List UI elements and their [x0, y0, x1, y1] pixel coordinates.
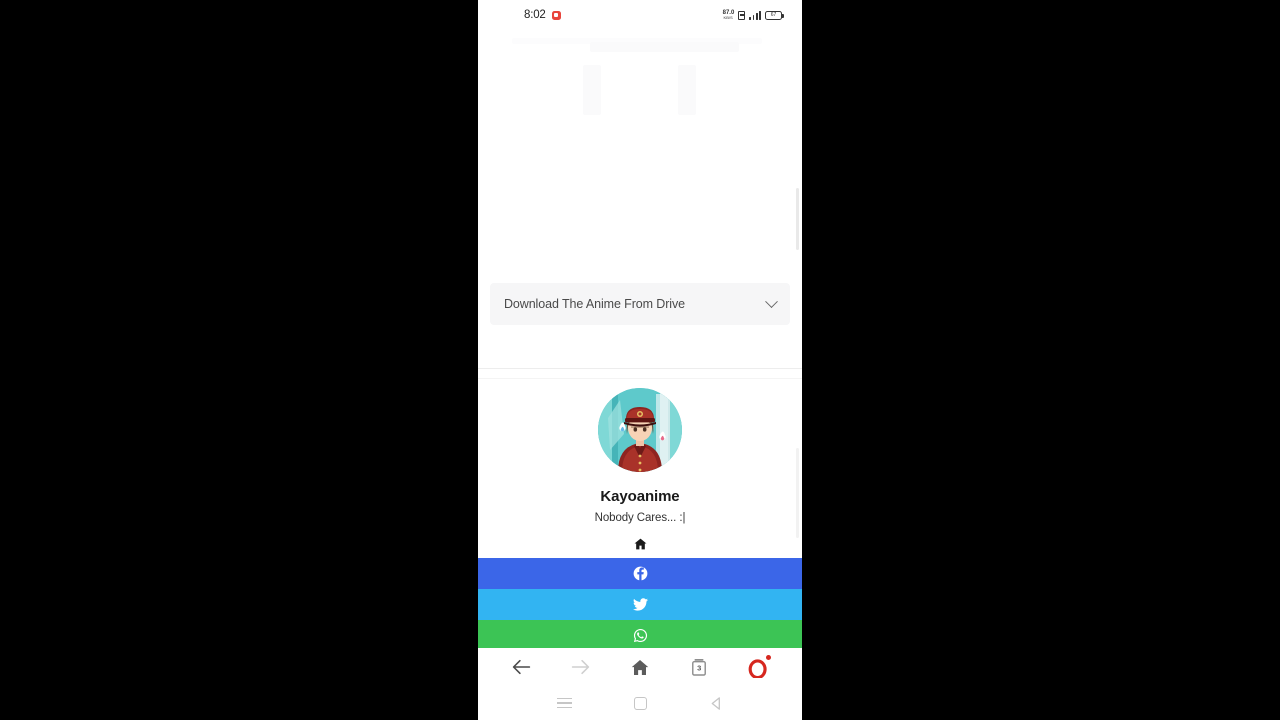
triangle-left-icon	[711, 696, 720, 710]
menu-icon	[556, 697, 572, 709]
social-link-facebook[interactable]	[478, 558, 802, 589]
profile-tagline: Nobody Cares... :|	[594, 512, 686, 524]
screenshot-stage: 8:02 87.0 KB/S 67 Download The Anime Fro…	[0, 0, 1280, 720]
arrow-right-icon	[572, 659, 590, 675]
square-icon	[633, 696, 647, 710]
browser-forward-button[interactable]	[562, 652, 600, 682]
facebook-icon	[633, 566, 647, 581]
battery-icon: 67	[765, 10, 784, 20]
phone-screen: 8:02 87.0 KB/S 67 Download The Anime Fro…	[478, 0, 802, 720]
loading-placeholder-area	[478, 30, 802, 245]
avatar	[598, 388, 682, 472]
browser-bottom-toolbar: 3	[478, 648, 802, 686]
whatsapp-icon	[633, 628, 647, 643]
home-link[interactable]	[634, 536, 647, 552]
browser-home-button[interactable]	[621, 652, 659, 682]
network-speed-indicator: 87.0 KB/S	[723, 10, 735, 21]
status-bar-right: 87.0 KB/S 67	[723, 0, 784, 30]
browser-tabs-button[interactable]: 3	[680, 652, 718, 682]
browser-webview[interactable]: Download The Anime From Drive Kayoanime …	[478, 30, 802, 648]
twitter-icon	[632, 598, 648, 611]
browser-back-button[interactable]	[503, 652, 541, 682]
network-speed-unit: KB/S	[723, 15, 734, 20]
android-home-button[interactable]	[623, 690, 657, 716]
android-recents-button[interactable]	[547, 690, 581, 716]
opera-menu-button[interactable]	[739, 652, 777, 682]
avatar-artwork	[598, 388, 682, 472]
placeholder-block	[643, 42, 739, 52]
download-dropdown-label: Download The Anime From Drive	[504, 297, 685, 311]
download-dropdown[interactable]: Download The Anime From Drive	[490, 283, 790, 325]
profile-name: Kayoanime	[600, 488, 680, 505]
placeholder-block	[678, 65, 696, 115]
battery-level: 67	[770, 11, 777, 18]
section-divider	[478, 368, 802, 369]
android-back-button[interactable]	[699, 690, 733, 716]
social-links-list	[478, 558, 802, 648]
sim-card-icon	[738, 10, 746, 20]
home-icon	[634, 538, 646, 550]
chevron-down-icon	[765, 294, 778, 308]
screen-record-icon	[551, 10, 561, 20]
signal-strength-icon	[749, 10, 761, 20]
notification-dot	[766, 655, 772, 660]
status-bar-clock: 8:02	[524, 9, 546, 21]
placeholder-block	[583, 65, 601, 115]
section-divider	[478, 378, 802, 379]
profile-card: Kayoanime Nobody Cares... :|	[478, 388, 802, 552]
home-icon	[631, 659, 649, 675]
page-scrollbar-thumb[interactable]	[796, 188, 799, 250]
social-link-whatsapp[interactable]	[478, 620, 802, 648]
tabs-count-label: 3	[697, 663, 702, 673]
android-status-bar: 8:02 87.0 KB/S 67	[478, 0, 802, 30]
android-navigation-bar	[478, 686, 802, 720]
social-link-twitter[interactable]	[478, 589, 802, 620]
status-bar-left: 8:02	[524, 0, 561, 30]
page-scrollbar-thumb[interactable]	[796, 448, 799, 538]
opera-logo-icon	[748, 658, 767, 678]
arrow-left-icon	[512, 659, 531, 675]
